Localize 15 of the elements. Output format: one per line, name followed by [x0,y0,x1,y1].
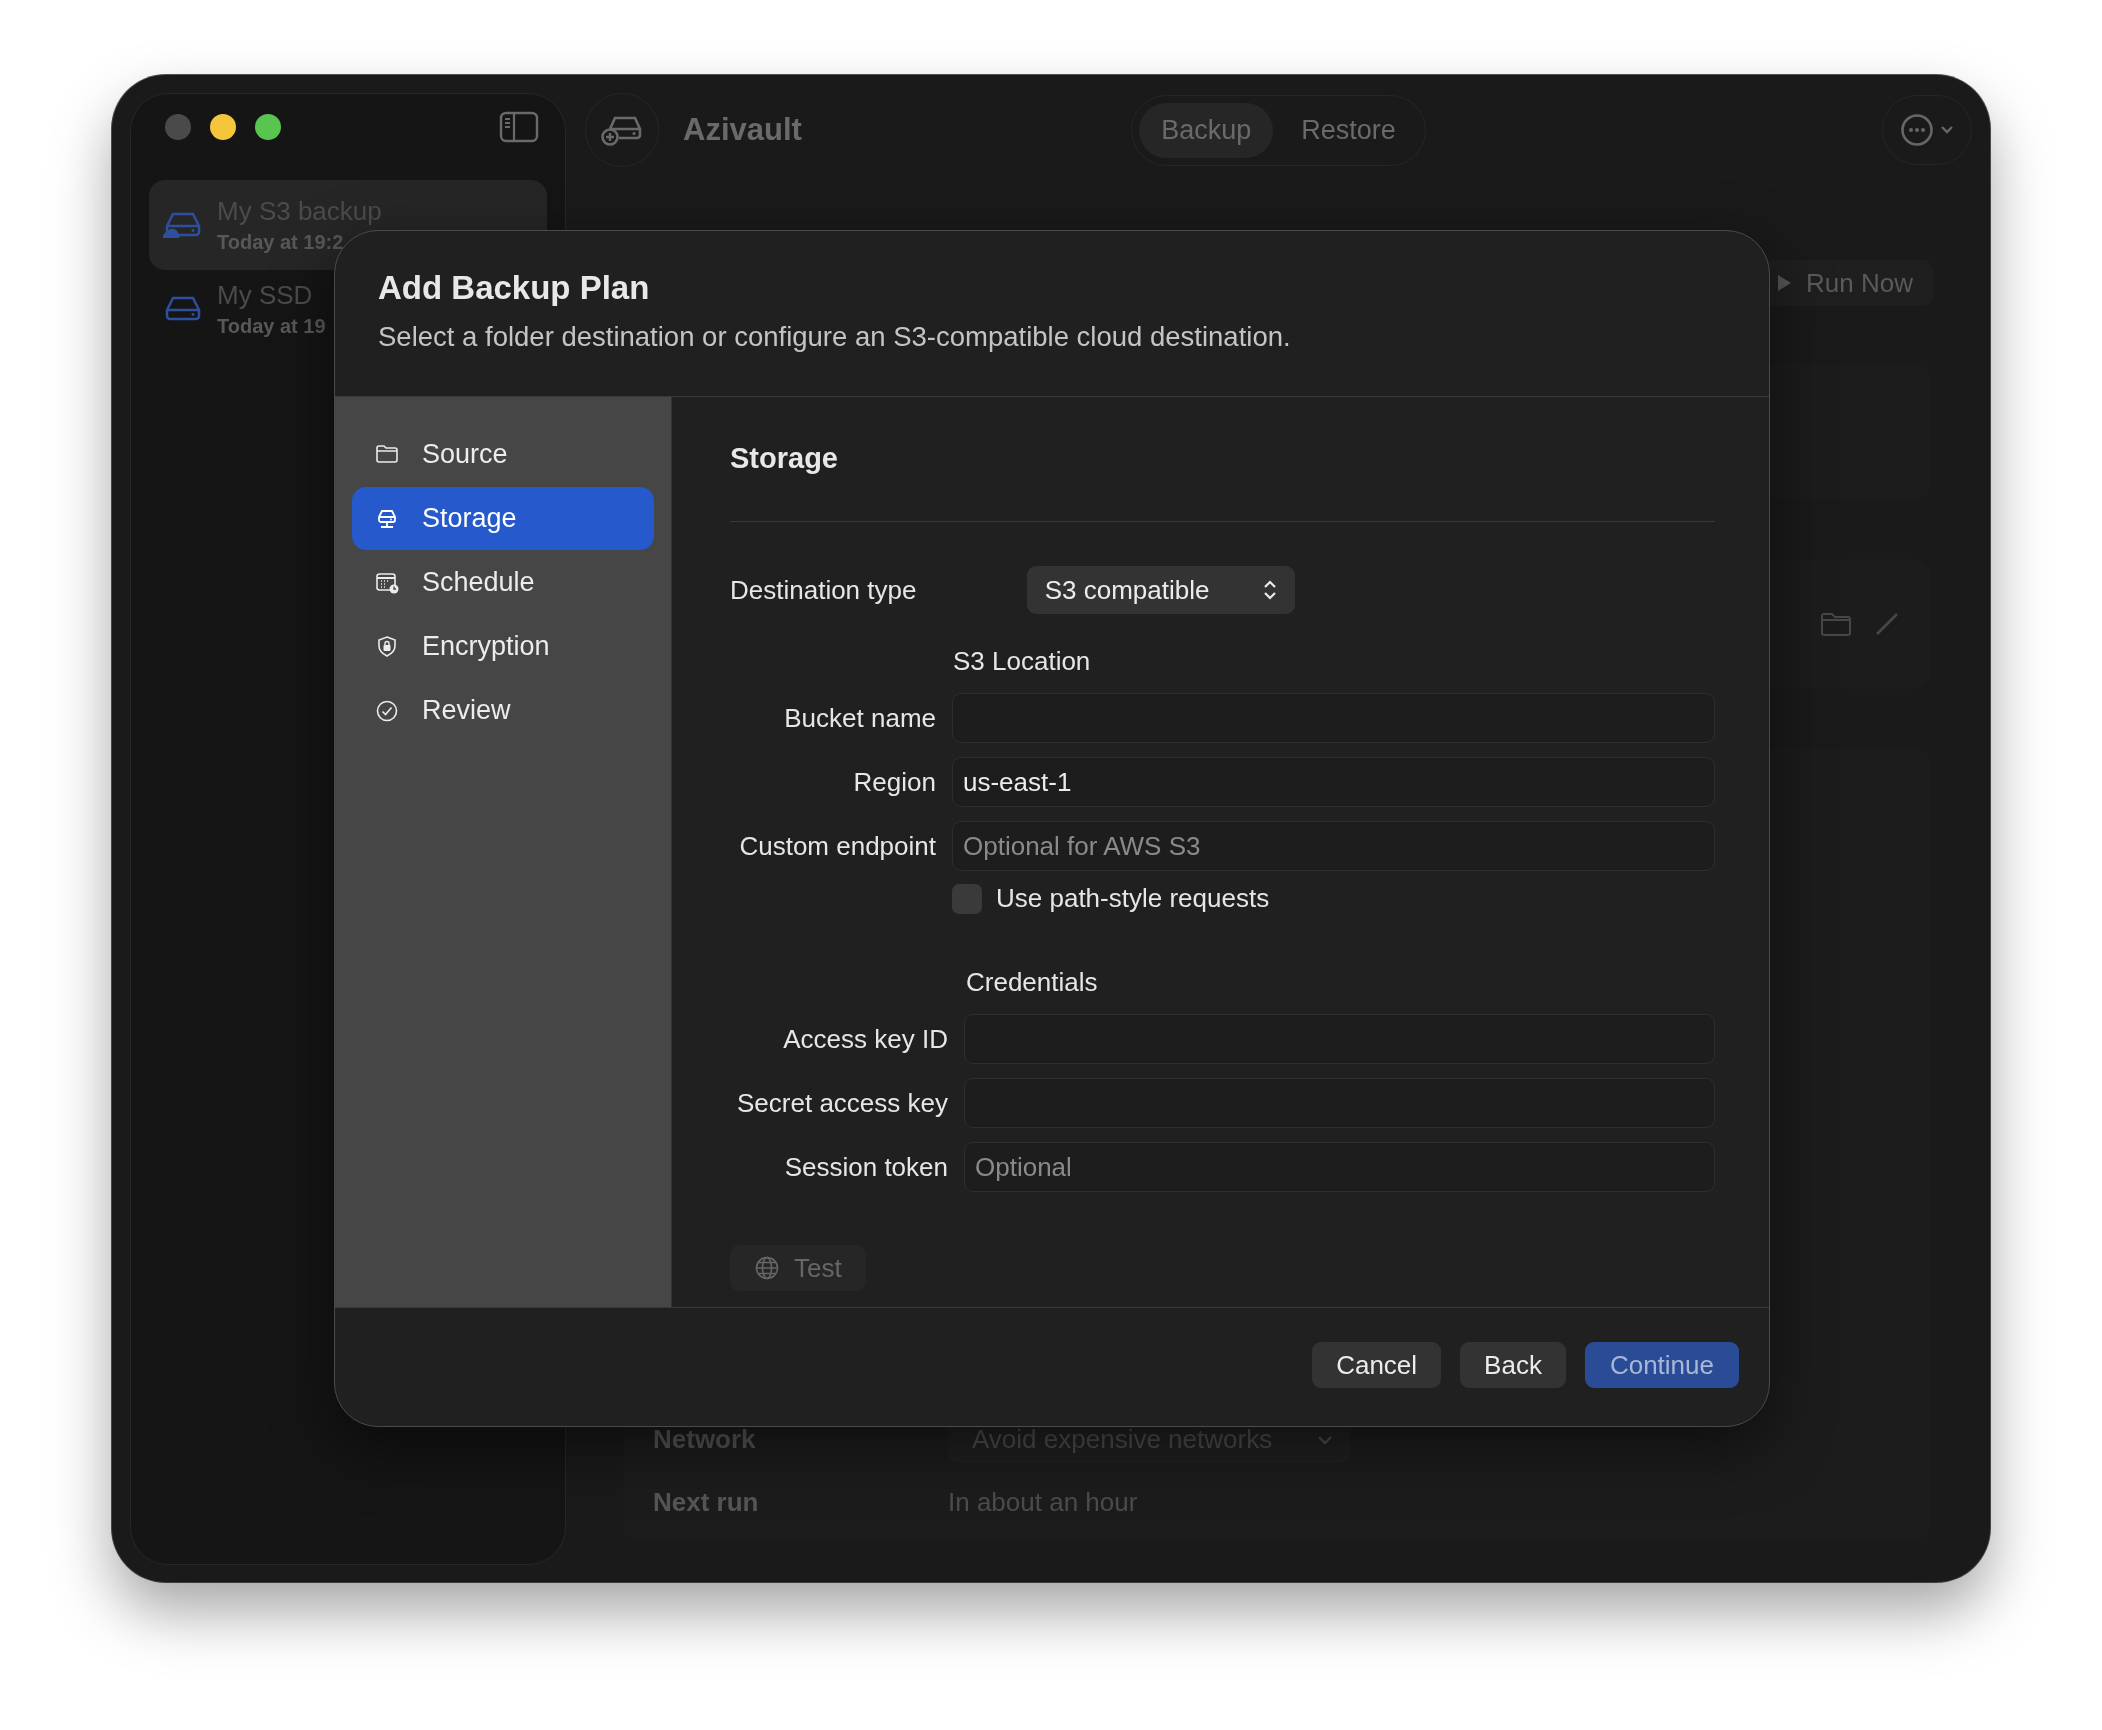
field-label: Region [852,766,936,798]
field-label: Access key ID [782,1023,948,1055]
setting-label: Next run [653,1487,760,1518]
app-title: Azivault [683,112,802,148]
field-label: Custom endpoint [738,830,936,862]
checkbox-label: Use path-style requests [996,883,1270,914]
group-heading: Credentials [966,967,1099,998]
group-heading: S3 Location [953,646,1092,677]
dialog-subtitle: Select a folder destination or configure an S3-compatible cloud destination. [378,321,1292,353]
field-label: Session token [783,1151,948,1183]
dialog-title: Add Backup Plan [378,269,651,307]
section-title: Storage [730,442,1715,522]
field-label: Destination type [730,574,917,606]
field-label: Bucket name [783,702,936,734]
field-label: Secret access key [736,1087,948,1119]
